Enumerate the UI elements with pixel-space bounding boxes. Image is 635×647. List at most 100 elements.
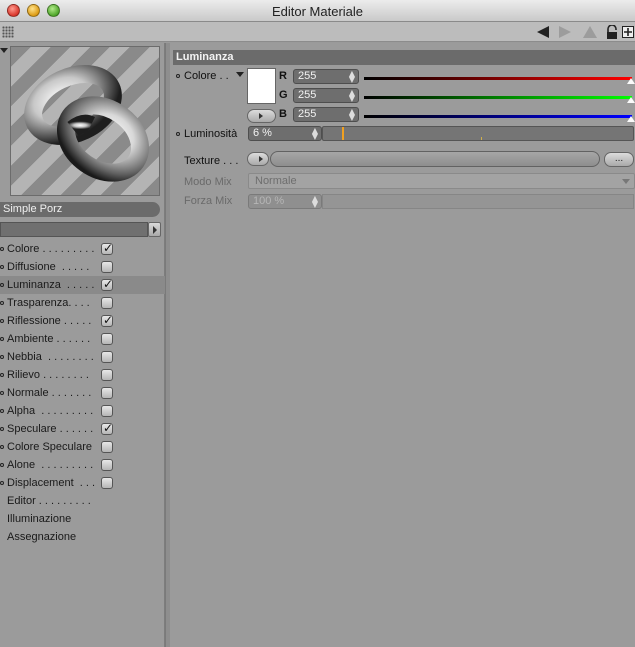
forward-arrow-icon[interactable] bbox=[556, 24, 572, 40]
preview-menu-icon[interactable] bbox=[0, 48, 8, 53]
channel-alpha[interactable]: Alpha . . . . . . . . . bbox=[0, 402, 165, 420]
material-name[interactable]: Simple Porz bbox=[0, 202, 160, 217]
color-swatch[interactable] bbox=[247, 68, 276, 104]
lock-icon[interactable] bbox=[604, 24, 620, 40]
channel-luminanza[interactable]: Luminanza . . . . . bbox=[0, 275, 165, 294]
channel-rilievo-checkbox[interactable] bbox=[101, 369, 113, 381]
channel-rilievo[interactable]: Rilievo . . . . . . . . bbox=[0, 366, 165, 384]
channel-riflessione[interactable]: Riflessione . . . . . bbox=[0, 311, 165, 330]
luminosita-slider-handle[interactable] bbox=[342, 127, 344, 140]
channel-colore-speculare-checkbox[interactable] bbox=[101, 441, 113, 453]
forza-mix-label: Forza Mix bbox=[184, 195, 233, 207]
r-value-field[interactable]: 255 ▲ ▼ bbox=[293, 69, 359, 84]
material-search-input[interactable] bbox=[0, 222, 148, 237]
g-slider[interactable] bbox=[364, 96, 635, 103]
channel-alone-checkbox[interactable] bbox=[101, 459, 113, 471]
bullet-icon bbox=[0, 265, 4, 269]
texture-field[interactable] bbox=[270, 151, 600, 167]
bullet-icon bbox=[0, 427, 4, 431]
extra-item-editor[interactable]: Editor . . . . . . . . . bbox=[0, 492, 165, 510]
grip-icon[interactable] bbox=[2, 26, 14, 38]
luminosita-slider[interactable] bbox=[322, 126, 634, 141]
forza-mix-slider[interactable] bbox=[322, 194, 634, 209]
channel-nebbia[interactable]: Nebbia . . . . . . . . bbox=[0, 348, 165, 366]
channel-riflessione-checkbox[interactable] bbox=[101, 311, 113, 329]
section-header: Luminanza bbox=[173, 50, 635, 65]
bullet-icon bbox=[0, 463, 4, 467]
back-arrow-icon[interactable] bbox=[536, 24, 552, 40]
bullet-icon bbox=[0, 319, 4, 323]
channel-alone[interactable]: Alone . . . . . . . . . bbox=[0, 456, 165, 474]
channel-luminanza-checkbox[interactable] bbox=[101, 275, 113, 293]
chevron-down-icon bbox=[622, 179, 630, 184]
channel-ambiente[interactable]: Ambiente . . . . . . bbox=[0, 330, 165, 348]
bullet-icon bbox=[176, 132, 180, 136]
channel-normale[interactable]: Normale . . . . . . . bbox=[0, 384, 165, 402]
b-slider[interactable] bbox=[364, 115, 635, 122]
b-label: B bbox=[279, 108, 287, 120]
channel-diffusione-checkbox[interactable] bbox=[101, 261, 113, 273]
extra-item-assegnazione[interactable]: Assegnazione bbox=[0, 528, 165, 546]
stepper-icon[interactable]: ▲ ▼ bbox=[349, 70, 355, 84]
texture-browse-button[interactable]: ... bbox=[604, 152, 634, 167]
channel-normale-checkbox[interactable] bbox=[101, 387, 113, 399]
stepper-icon[interactable]: ▲ ▼ bbox=[349, 108, 355, 122]
extra-item-illuminazione[interactable]: Illuminazione bbox=[0, 510, 165, 528]
title-bar: Editor Materiale bbox=[0, 0, 635, 22]
channel-speculare[interactable]: Speculare . . . . . . bbox=[0, 419, 165, 438]
bullet-icon bbox=[0, 481, 4, 485]
g-value-field[interactable]: 255 ▲ ▼ bbox=[293, 88, 359, 103]
bullet-icon bbox=[176, 74, 180, 78]
g-label: G bbox=[279, 89, 288, 101]
channel-colore-checkbox[interactable] bbox=[101, 239, 113, 257]
color-menu-icon[interactable] bbox=[236, 72, 244, 77]
bullet-icon bbox=[0, 373, 4, 377]
bullet-icon bbox=[0, 391, 4, 395]
modo-mix-select[interactable]: Normale bbox=[248, 173, 635, 189]
stepper-icon[interactable]: ▲ ▼ bbox=[312, 195, 318, 209]
colore-label: Colore . . bbox=[184, 70, 229, 82]
color-expand-button[interactable] bbox=[247, 109, 276, 123]
channel-alpha-checkbox[interactable] bbox=[101, 405, 113, 417]
stepper-icon[interactable]: ▲ ▼ bbox=[349, 89, 355, 103]
properties-panel: Luminanza Colore . . R 255 ▲ ▼ G 255 ▲ ▼ B 2… bbox=[170, 43, 635, 647]
texture-label: Texture . . . bbox=[184, 155, 239, 167]
channel-trasparenza[interactable]: Trasparenza. . . . bbox=[0, 294, 165, 312]
material-search-button[interactable] bbox=[148, 222, 161, 237]
stepper-icon[interactable]: ▲ ▼ bbox=[312, 127, 318, 141]
channel-nebbia-checkbox[interactable] bbox=[101, 351, 113, 363]
toolbar bbox=[0, 22, 635, 42]
channel-colore[interactable]: Colore . . . . . . . . . bbox=[0, 239, 165, 258]
texture-load-button[interactable] bbox=[247, 152, 269, 166]
bullet-icon bbox=[0, 247, 4, 251]
new-window-icon[interactable] bbox=[620, 24, 635, 40]
luminosita-tick bbox=[481, 137, 482, 140]
slider-handle-icon[interactable] bbox=[627, 78, 635, 84]
r-label: R bbox=[279, 70, 287, 82]
bullet-icon bbox=[0, 337, 4, 341]
channel-displacement[interactable]: Displacement . . . bbox=[0, 474, 165, 492]
channel-diffusione[interactable]: Diffusione . . . . . bbox=[0, 258, 165, 276]
channel-displacement-checkbox[interactable] bbox=[101, 477, 113, 489]
bullet-icon bbox=[0, 301, 4, 305]
channel-colore-speculare[interactable]: Colore Speculare bbox=[0, 438, 165, 456]
up-arrow-icon[interactable] bbox=[582, 24, 598, 40]
bullet-icon bbox=[0, 445, 4, 449]
channel-trasparenza-checkbox[interactable] bbox=[101, 297, 113, 309]
luminosita-label: Luminosità bbox=[184, 128, 238, 140]
slider-handle-icon[interactable] bbox=[627, 97, 635, 103]
forza-mix-value-field[interactable]: 100 % ▲ ▼ bbox=[248, 194, 322, 209]
channel-list: Colore . . . . . . . . . Diffusione . . … bbox=[0, 239, 165, 546]
material-preview[interactable] bbox=[10, 46, 160, 196]
luminosita-value-field[interactable]: 6 % ▲ ▼ bbox=[248, 126, 322, 141]
r-slider[interactable] bbox=[364, 77, 635, 84]
b-value-field[interactable]: 255 ▲ ▼ bbox=[293, 107, 359, 122]
channel-speculare-checkbox[interactable] bbox=[101, 419, 113, 437]
channel-ambiente-checkbox[interactable] bbox=[101, 333, 113, 345]
left-panel: Simple Porz Colore . . . . . . . . . Dif… bbox=[0, 43, 165, 647]
bullet-icon bbox=[0, 283, 4, 287]
bullet-icon bbox=[0, 355, 4, 359]
bullet-icon bbox=[0, 409, 4, 413]
slider-handle-icon[interactable] bbox=[627, 116, 635, 122]
modo-mix-label: Modo Mix bbox=[184, 176, 232, 188]
